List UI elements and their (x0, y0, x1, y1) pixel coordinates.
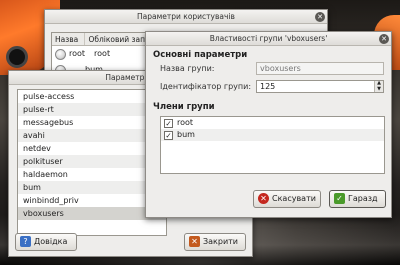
close-icon[interactable]: ✕ (315, 12, 325, 22)
list-item[interactable]: bum (18, 181, 166, 194)
member-row[interactable]: ✓ bum (161, 129, 384, 141)
members-list[interactable]: ✓ root ✓ bum (160, 116, 385, 174)
list-item-selected[interactable]: vboxusers (18, 207, 166, 220)
list-item[interactable]: haldaemon (18, 168, 166, 181)
ok-button-label: Гаразд (348, 194, 378, 203)
props-window-titlebar[interactable]: Властивості групи 'vboxusers' ✕ (146, 32, 391, 46)
users-window-title: Параметри користувачів (137, 12, 235, 21)
group-properties-dialog: Властивості групи 'vboxusers' ✕ Основні … (145, 31, 392, 218)
member-checkbox[interactable]: ✓ (164, 118, 173, 128)
help-button-label: Довідка (34, 237, 68, 246)
ok-button[interactable]: ✓ Гаразд (329, 190, 386, 208)
close-icon: ✕ (189, 236, 200, 247)
group-name-field[interactable]: vboxusers (256, 62, 384, 75)
list-item[interactable]: pulse-rt (18, 103, 166, 116)
close-button[interactable]: ✕ Закрити (184, 233, 246, 251)
close-button-label: Закрити (203, 237, 238, 246)
member-checkbox[interactable]: ✓ (164, 130, 173, 140)
list-item[interactable]: messagebus (18, 116, 166, 129)
list-item[interactable]: pulse-access (18, 90, 166, 103)
cancel-button-label: Скасувати (272, 194, 316, 203)
users-window-titlebar[interactable]: Параметри користувачів ✕ (45, 10, 327, 24)
group-name-label: Назва групи: (160, 64, 215, 73)
close-icon[interactable]: ✕ (379, 34, 389, 44)
list-item[interactable]: winbindd_priv (18, 194, 166, 207)
help-icon: ? (20, 236, 31, 247)
list-item[interactable]: avahi (18, 129, 166, 142)
list-item[interactable]: netdev (18, 142, 166, 155)
member-row[interactable]: ✓ root (161, 117, 384, 129)
list-item[interactable]: polkituser (18, 155, 166, 168)
column-name[interactable]: Назва (52, 33, 86, 45)
main-section-heading: Основні параметри (153, 50, 248, 60)
props-window-title: Властивості групи 'vboxusers' (209, 34, 328, 43)
member-name: bum (177, 130, 195, 139)
group-id-spinner[interactable]: 125 ▲ ▼ (256, 80, 384, 93)
spinner-arrows-icon[interactable]: ▲ ▼ (374, 80, 383, 92)
group-id-label: Ідентифікатор групи: (160, 82, 252, 91)
ok-icon: ✓ (334, 193, 345, 204)
help-button[interactable]: ? Довідка (15, 233, 77, 251)
cancel-button[interactable]: ✕ Скасувати (253, 190, 321, 208)
user-name: root (69, 49, 86, 58)
user-login: root (94, 49, 111, 58)
cancel-icon: ✕ (258, 193, 269, 204)
members-section-heading: Члени групи (153, 102, 215, 112)
user-face-icon (55, 48, 66, 60)
group-id-value: 125 (260, 82, 276, 91)
member-name: root (177, 118, 194, 127)
